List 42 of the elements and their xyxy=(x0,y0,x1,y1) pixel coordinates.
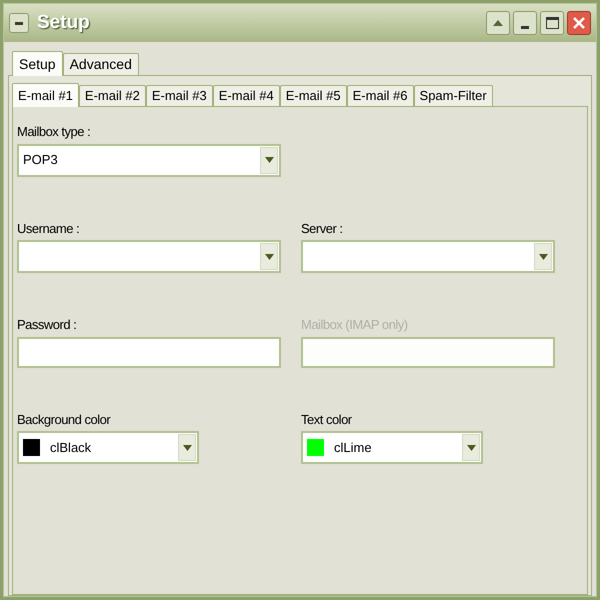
color-dropdown[interactable]: clBlack xyxy=(17,431,199,464)
field-value: POP3 xyxy=(22,151,58,170)
field-label: Server : xyxy=(301,220,344,238)
window-menu-button[interactable] xyxy=(9,13,29,33)
color-dropdown[interactable]: clLime xyxy=(301,431,483,464)
input-field[interactable] xyxy=(17,336,281,368)
field-label: Username : xyxy=(17,220,80,238)
minimize-button[interactable] xyxy=(513,11,537,35)
caret-icon xyxy=(264,254,274,260)
dropdown-field[interactable] xyxy=(301,240,555,273)
tab[interactable]: Setup xyxy=(12,51,63,76)
field-label: Mailbox type : xyxy=(17,123,92,141)
dropdown-field[interactable] xyxy=(17,240,281,273)
tab[interactable]: Advanced xyxy=(62,53,139,75)
window-title: Setup xyxy=(37,10,90,35)
dropdown-button[interactable] xyxy=(178,434,196,461)
roll-up-button[interactable] xyxy=(486,11,510,35)
dropdown-button[interactable] xyxy=(534,243,552,270)
caret-icon xyxy=(466,444,476,450)
field-label: Text color xyxy=(301,410,353,428)
caret-icon xyxy=(182,444,192,450)
tab[interactable]: E-mail #1 xyxy=(12,83,79,107)
dropdown-button[interactable] xyxy=(462,434,480,461)
tab[interactable]: Spam-Filter xyxy=(414,85,493,106)
dropdown-button[interactable] xyxy=(260,243,278,270)
field-label: Background color xyxy=(17,410,112,429)
maximize-button[interactable] xyxy=(540,11,564,35)
tab[interactable]: E-mail #4 xyxy=(212,85,280,106)
tab[interactable]: E-mail #6 xyxy=(346,85,414,106)
tab[interactable]: E-mail #3 xyxy=(146,85,213,106)
caret-icon xyxy=(538,254,548,260)
close-icon xyxy=(573,17,585,29)
field-value: clLime xyxy=(334,438,372,457)
tab[interactable]: E-mail #2 xyxy=(78,85,146,106)
field-value: clBlack xyxy=(50,438,92,457)
dropdown-field[interactable]: POP3 xyxy=(17,144,281,176)
caret-icon xyxy=(264,157,274,163)
dropdown-button[interactable] xyxy=(260,146,278,174)
close-button[interactable] xyxy=(567,11,591,35)
tab[interactable]: E-mail #5 xyxy=(280,85,347,106)
triangle-icon xyxy=(493,20,503,26)
field-label: Password : xyxy=(17,316,78,334)
